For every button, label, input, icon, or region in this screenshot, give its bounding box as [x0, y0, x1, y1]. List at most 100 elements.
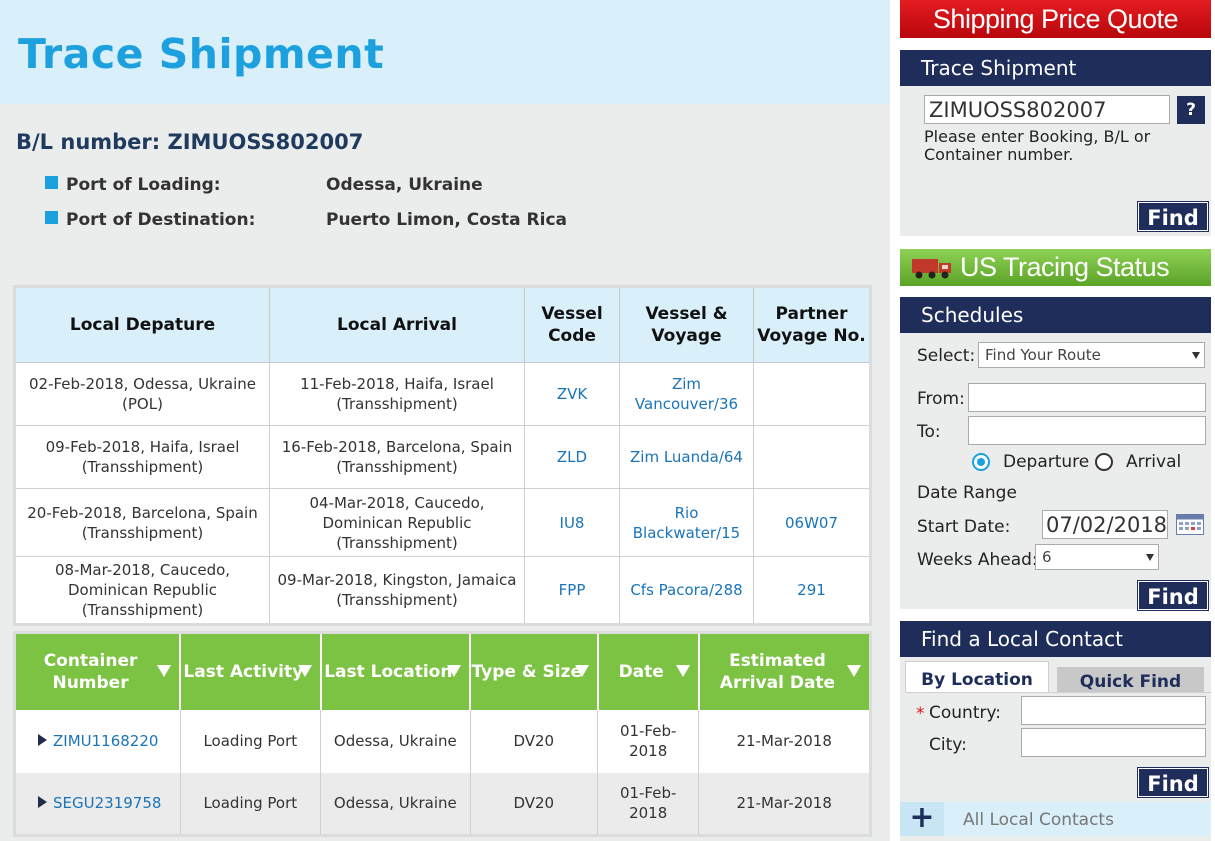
- country-input[interactable]: [1021, 696, 1206, 725]
- col-vessel-voyage: Vessel & Voyage: [619, 286, 754, 363]
- bullet-square-icon: [45, 176, 58, 189]
- date-cell: 01-Feb-2018: [597, 709, 700, 773]
- to-label: To:: [917, 422, 941, 442]
- sort-down-icon[interactable]: [574, 665, 589, 677]
- city-input[interactable]: [1021, 728, 1206, 757]
- sort-down-icon[interactable]: [675, 665, 690, 677]
- last-location-cell: Odessa, Ukraine: [320, 772, 471, 836]
- departure-label: Departure: [1003, 452, 1090, 472]
- truck-icon: [912, 259, 951, 279]
- shipping-price-quote-banner[interactable]: Shipping Price Quote: [900, 0, 1211, 38]
- eta-cell: 21-Mar-2018: [698, 772, 871, 836]
- all-local-contacts-row[interactable]: + All Local Contacts: [900, 802, 1211, 836]
- plus-icon[interactable]: +: [900, 802, 944, 836]
- chevron-down-icon: [1192, 352, 1200, 359]
- local-contact-title: Find a Local Contact: [900, 621, 1211, 657]
- last-activity-cell: Loading Port: [180, 772, 322, 836]
- departure-radio[interactable]: [972, 453, 990, 471]
- country-label: Country:: [929, 703, 1002, 723]
- col-type-size[interactable]: Type & Size: [470, 632, 599, 710]
- col-local-departure: Local Depature: [14, 286, 270, 363]
- schedules-find-button[interactable]: Find: [1138, 581, 1208, 610]
- arrival-cell: 09-Mar-2018, Kingston, Jamaica (Transshi…: [269, 556, 525, 625]
- schedules-title: Schedules: [900, 297, 1211, 333]
- date-cell: 01-Feb-2018: [597, 772, 700, 836]
- col-partner-voyage: Partner Voyage No.: [753, 286, 871, 363]
- trace-shipment-panel: Trace Shipment ? Please enter Booking, B…: [900, 50, 1211, 236]
- container-table: Container Number Last Activity Last Loca…: [13, 631, 872, 837]
- sort-down-icon[interactable]: [847, 665, 861, 677]
- help-button[interactable]: ?: [1177, 96, 1205, 124]
- sort-down-icon[interactable]: [447, 665, 462, 677]
- trace-number-input[interactable]: [924, 95, 1170, 124]
- sort-down-icon[interactable]: [157, 665, 172, 677]
- arrival-cell: 04-Mar-2018, Caucedo, Dominican Republic…: [269, 488, 525, 557]
- start-date-label: Start Date:: [917, 517, 1011, 537]
- from-input[interactable]: [968, 383, 1206, 412]
- tab-by-location[interactable]: By Location: [905, 661, 1049, 693]
- page-header: Trace Shipment: [0, 0, 890, 104]
- partner-voyage-link[interactable]: 06W07: [753, 488, 871, 557]
- us-tracing-status-banner[interactable]: US Tracing Status: [900, 249, 1211, 286]
- col-last-location[interactable]: Last Location: [320, 632, 472, 710]
- sort-down-icon[interactable]: [297, 665, 312, 677]
- route-row: 08-Mar-2018, Caucedo, Dominican Republic…: [14, 556, 871, 625]
- from-label: From:: [917, 389, 965, 409]
- bl-label: B/L number:: [16, 130, 161, 154]
- bl-number: ZIMUOSS802007: [167, 130, 364, 154]
- to-input[interactable]: [968, 416, 1206, 445]
- eta-cell: 21-Mar-2018: [698, 709, 871, 773]
- col-last-activity[interactable]: Last Activity: [180, 632, 322, 710]
- col-date[interactable]: Date: [597, 632, 700, 710]
- tab-quick-find[interactable]: Quick Find: [1057, 667, 1204, 693]
- arrival-radio[interactable]: [1095, 453, 1113, 471]
- arrival-cell: 11-Feb-2018, Haifa, Israel (Transshipmen…: [269, 362, 525, 426]
- departure-cell: 08-Mar-2018, Caucedo, Dominican Republic…: [14, 556, 270, 625]
- vessel-code-link[interactable]: ZVK: [524, 362, 620, 426]
- main-content: Trace Shipment B/L number: ZIMUOSS802007…: [0, 0, 890, 841]
- all-local-contacts-link[interactable]: All Local Contacts: [963, 810, 1114, 830]
- weeks-ahead-select[interactable]: 6: [1035, 544, 1159, 570]
- container-number-link[interactable]: SEGU2319758: [14, 772, 181, 836]
- start-date-input[interactable]: [1042, 510, 1168, 539]
- schedules-panel: Schedules Select: Find Your Route From: …: [900, 297, 1211, 610]
- col-estimated-arrival[interactable]: Estimated Arrival Date: [698, 632, 872, 710]
- select-label: Select:: [917, 346, 976, 366]
- expand-arrow-icon[interactable]: [38, 734, 47, 746]
- vessel-voyage-link[interactable]: Rio Blackwater/15: [619, 488, 754, 557]
- port-of-loading: Port of Loading: Odessa, Ukraine: [45, 175, 483, 195]
- port-loading-label: Port of Loading:: [66, 175, 221, 195]
- vessel-code-link[interactable]: IU8: [524, 488, 620, 557]
- partner-voyage-link[interactable]: 291: [753, 556, 871, 625]
- port-of-destination: Port of Destination: Puerto Limon, Costa…: [45, 210, 567, 230]
- vessel-voyage-link[interactable]: Zim Luanda/64: [619, 425, 754, 489]
- col-container-number[interactable]: Container Number: [14, 632, 182, 710]
- departure-cell: 09-Feb-2018, Haifa, Israel (Transshipmen…: [14, 425, 270, 489]
- route-select[interactable]: Find Your Route: [978, 342, 1205, 368]
- container-number-link[interactable]: ZIMU1168220: [14, 709, 181, 773]
- bl-number-line: B/L number: ZIMUOSS802007: [16, 130, 363, 154]
- calendar-icon[interactable]: [1176, 514, 1204, 535]
- vessel-code-link[interactable]: ZLD: [524, 425, 620, 489]
- expand-arrow-icon[interactable]: [38, 796, 47, 809]
- port-destination-value: Puerto Limon, Costa Rica: [326, 210, 567, 230]
- date-range-label: Date Range: [917, 483, 1017, 503]
- contact-find-button[interactable]: Find: [1138, 768, 1208, 797]
- route-row: 20-Feb-2018, Barcelona, Spain (Transship…: [14, 488, 871, 557]
- port-destination-label: Port of Destination:: [66, 210, 256, 230]
- trace-find-button[interactable]: Find: [1138, 202, 1208, 231]
- partner-voyage-link[interactable]: [753, 425, 871, 489]
- local-contact-panel: Find a Local Contact By Location Quick F…: [900, 621, 1211, 841]
- container-row[interactable]: SEGU2319758 Loading Port Odessa, Ukraine…: [14, 772, 871, 836]
- city-label: City:: [929, 735, 967, 755]
- vessel-voyage-link[interactable]: Zim Vancouver/36: [619, 362, 754, 426]
- vessel-code-link[interactable]: FPP: [524, 556, 620, 625]
- route-table: Local Depature Local Arrival Vessel Code…: [13, 285, 872, 626]
- container-row[interactable]: ZIMU1168220 Loading Port Odessa, Ukraine…: [14, 709, 871, 773]
- partner-voyage-link[interactable]: [753, 362, 871, 426]
- us-tracing-label[interactable]: US Tracing Status: [960, 252, 1170, 282]
- route-row: 09-Feb-2018, Haifa, Israel (Transshipmen…: [14, 425, 871, 489]
- vessel-voyage-link[interactable]: Cfs Pacora/288: [619, 556, 754, 625]
- route-row: 02-Feb-2018, Odessa, Ukraine (POL) 11-Fe…: [14, 362, 871, 426]
- required-mark: *: [916, 704, 925, 724]
